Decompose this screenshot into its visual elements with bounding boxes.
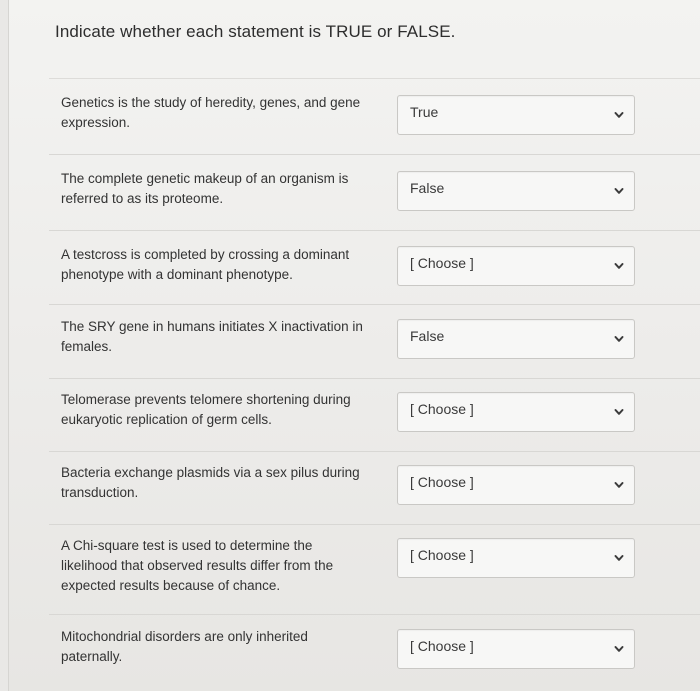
chevron-down-icon: [614, 261, 624, 271]
answer-select[interactable]: False: [397, 319, 635, 359]
chevron-down-icon: [614, 553, 624, 563]
answer-select[interactable]: [ Choose ]: [397, 538, 635, 578]
question-row: Mitochondrial disorders are only inherit…: [49, 614, 700, 691]
question-row: The SRY gene in humans initiates X inact…: [49, 304, 700, 378]
statement-text: The complete genetic makeup of an organi…: [61, 171, 349, 206]
selected-value: False: [410, 180, 445, 196]
chevron-down-icon: [614, 186, 624, 196]
statement-text: A Chi-square test is used to determine t…: [61, 538, 334, 593]
chevron-down-icon: [614, 644, 624, 654]
selected-value: True: [410, 104, 439, 120]
chevron-down-icon: [614, 334, 624, 344]
selected-value: [ Choose ]: [410, 547, 474, 563]
selected-value: [ Choose ]: [410, 255, 474, 271]
statement-text: Telomerase prevents telomere shortening …: [61, 392, 351, 427]
statement-text: Mitochondrial disorders are only inherit…: [61, 629, 308, 664]
selected-value: [ Choose ]: [410, 638, 474, 654]
statement-text: Bacteria exchange plasmids via a sex pil…: [61, 465, 360, 500]
answer-select[interactable]: [ Choose ]: [397, 629, 635, 669]
question-list: Genetics is the study of heredity, genes…: [49, 78, 700, 691]
question-row: Telomerase prevents telomere shortening …: [49, 378, 700, 451]
statement-text: A testcross is completed by crossing a d…: [61, 247, 350, 282]
chevron-down-icon: [614, 480, 624, 490]
statement-text: The SRY gene in humans initiates X inact…: [61, 319, 363, 354]
answer-select[interactable]: [ Choose ]: [397, 246, 635, 286]
question-instructions: Indicate whether each statement is TRUE …: [55, 22, 456, 41]
chevron-down-icon: [614, 407, 624, 417]
question-row: Bacteria exchange plasmids via a sex pil…: [49, 451, 700, 524]
question-row: A Chi-square test is used to determine t…: [49, 524, 700, 614]
selected-value: [ Choose ]: [410, 474, 474, 490]
question-row: Genetics is the study of heredity, genes…: [49, 78, 700, 154]
answer-select[interactable]: [ Choose ]: [397, 465, 635, 505]
answer-select[interactable]: False: [397, 171, 635, 211]
question-row: A testcross is completed by crossing a d…: [49, 230, 700, 304]
chevron-down-icon: [614, 110, 624, 120]
statement-text: Genetics is the study of heredity, genes…: [61, 95, 361, 130]
question-row: The complete genetic makeup of an organi…: [49, 154, 700, 230]
answer-select[interactable]: True: [397, 95, 635, 135]
selected-value: [ Choose ]: [410, 401, 474, 417]
answer-select[interactable]: [ Choose ]: [397, 392, 635, 432]
selected-value: False: [410, 328, 445, 344]
quiz-page: Indicate whether each statement is TRUE …: [8, 0, 700, 691]
